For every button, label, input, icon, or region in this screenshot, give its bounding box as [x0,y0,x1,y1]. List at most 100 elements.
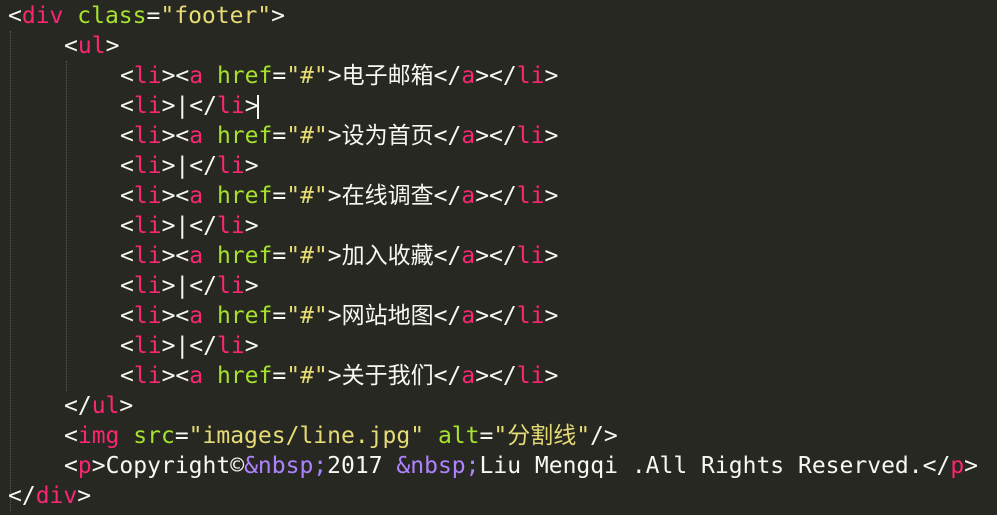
code-token: a [461,303,476,329]
link-text: 设为首页 [341,123,434,149]
code-token: /> [590,423,618,449]
code-token: ></ [475,63,517,89]
code-line[interactable]: <img src="images/line.jpg" alt="分割线"/> [0,421,997,451]
link-text: 电子邮箱 [341,63,434,89]
code-editor[interactable]: <div class="footer"> <ul> <li><a href="#… [0,0,997,515]
code-token: >< [161,363,190,389]
code-token: li [216,153,245,179]
code-token: li [516,303,545,329]
code-token: "#" [286,243,328,269]
code-token: ></ [475,363,517,389]
code-token: < [120,303,134,329]
code-token: "footer" [160,3,272,29]
code-token: </ [433,303,462,329]
code-line[interactable]: </ul> [0,391,997,421]
nbsp-entity: &nbsp; [396,453,480,479]
code-token: div [21,3,64,29]
code-token: >< [161,243,190,269]
code-token: a [461,183,476,209]
code-token: li [133,213,162,239]
separator-text: | [175,273,190,299]
code-token: = [272,303,287,329]
code-token: = [146,3,161,29]
code-token: a [189,303,204,329]
code-token: > [544,303,559,329]
copyright-year: 2017 [327,453,397,479]
code-token: href [216,243,273,269]
code-token: class [77,3,147,29]
code-token: li [133,153,162,179]
code-token: href [216,303,273,329]
link-text: 在线调查 [341,183,434,209]
code-token: "#" [286,303,328,329]
code-token: > [161,333,176,359]
code-token: li [133,63,162,89]
code-token: > [327,243,342,269]
code-token: a [461,363,476,389]
code-token: > [119,393,134,419]
code-line[interactable]: <li><a href="#">关于我们</a></li> [0,361,997,391]
code-line[interactable]: <div class="footer"> [0,1,997,31]
code-line[interactable]: <li><a href="#">加入收藏</a></li> [0,241,997,271]
code-token: li [133,123,162,149]
code-token: "#" [286,183,328,209]
code-line[interactable]: <li>|</li> [0,331,997,361]
code-token: < [120,63,134,89]
code-line[interactable]: <ul> [0,31,997,61]
code-token: p [77,453,92,479]
code-line[interactable]: <li>|</li> [0,91,997,121]
code-token: > [244,273,259,299]
code-line[interactable]: <li><a href="#">在线调查</a></li> [0,181,997,211]
code-token: a [189,363,204,389]
code-token: >< [161,123,190,149]
code-token: a [461,123,476,149]
code-token: li [216,273,245,299]
code-line[interactable]: <li><a href="#">电子邮箱</a></li> [0,61,997,91]
code-token: li [516,183,545,209]
code-token: "#" [286,123,328,149]
code-token: href [216,183,273,209]
code-token: > [244,333,259,359]
code-token: </ [433,363,462,389]
code-line[interactable]: </div> [0,481,997,511]
code-token: < [64,453,78,479]
code-token: "images/line.jpg" [188,423,425,449]
code-token: = [272,123,287,149]
code-token: < [8,3,22,29]
code-token: > [77,483,92,509]
code-line[interactable]: <p>Copyright©&nbsp;2017 &nbsp;Liu Mengqi… [0,451,997,481]
code-token: li [516,363,545,389]
code-line[interactable]: <li>|</li> [0,151,997,181]
separator-text: | [175,93,190,119]
code-token: href [216,123,273,149]
code-token: = [272,63,287,89]
code-token: div [35,483,78,509]
code-token: href [216,63,273,89]
copyright-text: Copyright© [105,453,245,479]
code-token: >< [161,303,190,329]
code-line[interactable]: <li>|</li> [0,271,997,301]
code-token: li [216,93,245,119]
code-token: >< [161,183,190,209]
code-token: </ [433,243,462,269]
code-token: ul [91,393,120,419]
code-token: > [327,123,342,149]
code-token: > [327,303,342,329]
code-token: > [271,3,286,29]
code-token: alt [437,423,480,449]
code-token: </ [189,273,217,299]
code-token: li [133,303,162,329]
link-text: 加入收藏 [341,243,434,269]
code-token: a [189,63,204,89]
code-token: a [461,243,476,269]
code-line[interactable]: <li><a href="#">设为首页</a></li> [0,121,997,151]
code-token: li [133,363,162,389]
code-line[interactable]: <li><a href="#">网站地图</a></li> [0,301,997,331]
code-token: li [133,243,162,269]
code-token: </ [189,153,217,179]
code-token: > [91,453,106,479]
code-token: > [964,453,979,479]
code-line[interactable]: <li>|</li> [0,211,997,241]
code-token: < [120,93,134,119]
code-token: li [133,333,162,359]
